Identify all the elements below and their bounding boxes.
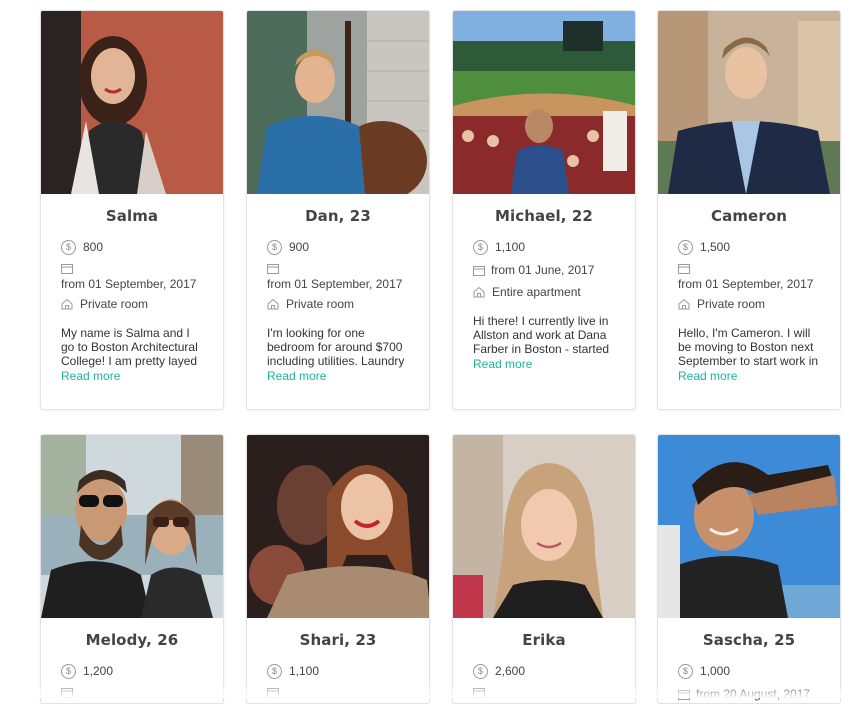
listing-card[interactable]: Cameron $1,500 from 01 September, 2017 P… — [657, 10, 841, 410]
calendar-icon — [61, 264, 73, 274]
listing-card[interactable]: Salma $800 from 01 September, 2017 Priva… — [40, 10, 224, 410]
listing-card[interactable]: Dan, 23 $900 from 01 September, 2017 Pri… — [246, 10, 430, 410]
listing-description: Hi there! I currently live in Allston an… — [473, 314, 610, 356]
listing-description: I'm looking for one bedroom for around $… — [267, 326, 405, 368]
home-icon — [267, 298, 279, 310]
listing-name: Michael, 22 — [495, 207, 593, 225]
dollar-circle-icon: $ — [267, 663, 282, 679]
bottom-fade — [0, 684, 866, 698]
profile-photo[interactable] — [453, 435, 635, 618]
dollar-circle-icon: $ — [61, 663, 76, 679]
dollar-circle-icon: $ — [473, 239, 488, 255]
profile-photo[interactable] — [658, 435, 840, 618]
dollar-circle-icon: $ — [267, 239, 282, 255]
read-more-link[interactable]: Read more — [61, 369, 203, 383]
listing-price: 2,600 — [495, 664, 526, 678]
listing-name: Sascha, 25 — [702, 631, 796, 649]
listing-card[interactable]: Shari, 23 $1,100 — [246, 434, 430, 704]
listing-type: Private room — [80, 297, 149, 311]
listing-price: 800 — [83, 240, 104, 254]
listing-card[interactable]: Melody, 26 $1,200 — [40, 434, 224, 704]
listing-price: 900 — [289, 240, 310, 254]
listing-card[interactable]: Sascha, 25 $1,000 from 20 August, 2017 — [657, 434, 841, 704]
listing-card[interactable]: Erika $2,600 — [452, 434, 636, 704]
listing-price: 1,200 — [83, 664, 114, 678]
profile-photo[interactable] — [453, 11, 635, 194]
listing-price: 1,100 — [495, 240, 526, 254]
listing-type: Private room — [697, 297, 766, 311]
profile-photo[interactable] — [41, 11, 223, 194]
home-icon — [61, 298, 73, 310]
profile-photo[interactable] — [247, 435, 429, 618]
dollar-circle-icon: $ — [678, 663, 693, 679]
listing-card[interactable]: Michael, 22 $1,100 from 01 June, 2017 En… — [452, 10, 636, 410]
listing-name: Erika — [522, 631, 566, 649]
home-icon — [678, 298, 690, 310]
read-more-link[interactable]: Read more — [678, 369, 820, 383]
dollar-circle-icon: $ — [473, 663, 488, 679]
calendar-icon — [267, 264, 279, 274]
listing-price: 1,100 — [289, 664, 320, 678]
listing-type: Entire apartment — [492, 285, 581, 299]
profile-photo[interactable] — [658, 11, 840, 194]
profile-photo[interactable] — [41, 435, 223, 618]
dollar-circle-icon: $ — [678, 239, 693, 255]
calendar-icon — [678, 264, 690, 274]
listing-date: from 01 September, 2017 — [61, 277, 197, 291]
profile-photo[interactable] — [247, 11, 429, 194]
dollar-circle-icon: $ — [61, 239, 76, 255]
calendar-icon — [473, 265, 485, 276]
listing-description: My name is Salma and I go to Boston Arch… — [61, 326, 198, 368]
listing-name: Melody, 26 — [85, 631, 179, 649]
home-icon — [473, 286, 485, 298]
listing-date: from 01 June, 2017 — [491, 263, 595, 277]
listing-date: from 01 September, 2017 — [267, 277, 403, 291]
listing-date: from 01 September, 2017 — [678, 277, 814, 291]
read-more-link[interactable]: Read more — [473, 357, 615, 371]
read-more-link[interactable]: Read more — [267, 369, 409, 383]
listing-name: Salma — [105, 207, 159, 225]
listing-name: Cameron — [710, 207, 787, 225]
listing-name: Shari, 23 — [299, 631, 377, 649]
listing-type: Private room — [286, 297, 355, 311]
listing-description: Hello, I'm Cameron. I will be moving to … — [678, 326, 819, 368]
listing-name: Dan, 23 — [305, 207, 371, 225]
listing-price: 1,000 — [700, 664, 731, 678]
listing-price: 1,500 — [700, 240, 731, 254]
